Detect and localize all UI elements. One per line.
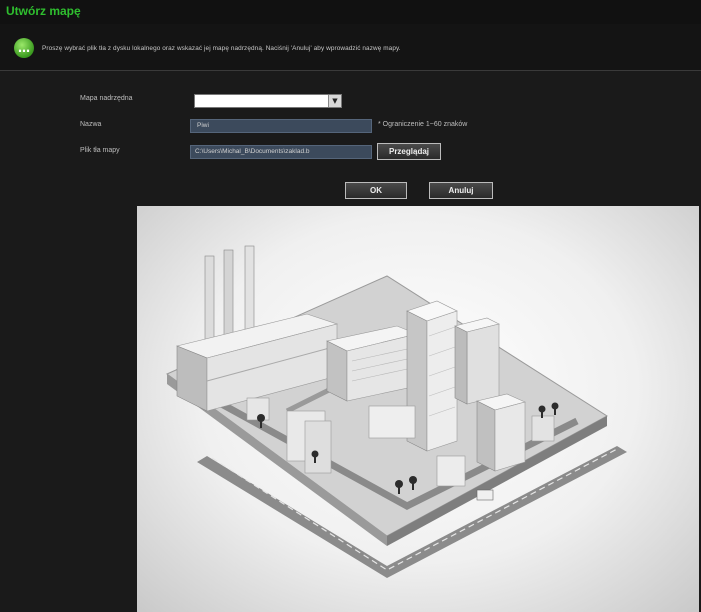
info-text: Proszę wybrać plik tła z dysku lokalnego… — [42, 44, 401, 52]
chevron-down-icon[interactable]: ▼ — [328, 95, 341, 107]
parent-map-label: Mapa nadrzędna — [80, 95, 133, 102]
name-input[interactable]: Piwi — [190, 119, 372, 133]
ok-button[interactable]: OK — [345, 182, 407, 199]
title-bar: Utwórz mapę — [0, 0, 701, 24]
info-row: … Proszę wybrać plik tła z dysku lokalne… — [14, 36, 694, 60]
parent-map-select[interactable]: ▼ — [194, 94, 342, 108]
cancel-button[interactable]: Anuluj — [429, 182, 493, 199]
factory-map-image — [166, 245, 627, 578]
map-preview-image — [137, 206, 699, 612]
name-hint: * Ograniczenie 1~60 znaków — [378, 121, 468, 128]
name-label: Nazwa — [80, 121, 102, 128]
browse-button[interactable]: Przeglądaj — [377, 143, 441, 160]
info-bubble-icon: … — [14, 38, 34, 58]
file-label: Plik tła mapy — [80, 147, 120, 154]
file-path-input[interactable]: C:\Users\Michal_B\Documents\zaklad.b — [190, 145, 372, 159]
window-title: Utwórz mapę — [6, 4, 81, 18]
